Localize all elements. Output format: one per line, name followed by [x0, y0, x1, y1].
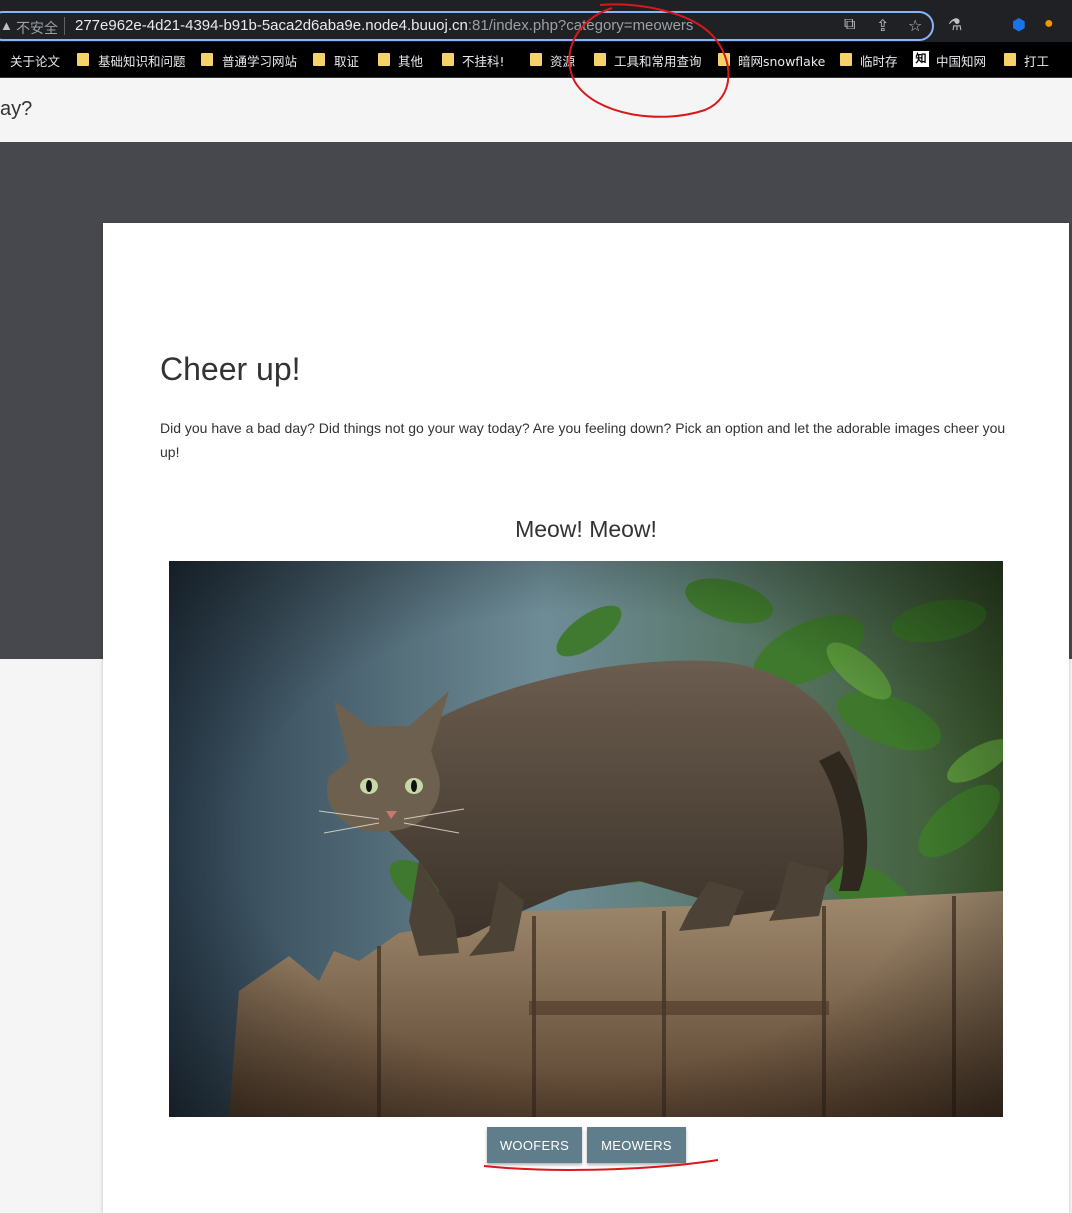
bookmark-item[interactable]: 不挂科! [462, 51, 505, 70]
folder-icon [718, 53, 730, 66]
bookmark-item[interactable]: 普通学习网站 [222, 51, 297, 70]
extension-icon[interactable]: ⚗ [948, 15, 962, 35]
bookmark-star-icon[interactable]: ☆ [908, 16, 922, 36]
translate-icon[interactable]: ⧉ [844, 16, 855, 34]
divider [64, 17, 65, 35]
folder-icon [313, 53, 325, 66]
navbar-title: ay? [0, 98, 33, 120]
extension-clock-icon[interactable]: ● [1044, 15, 1054, 33]
bookmarks-bar: 关于论文 基础知识和问题 普通学习网站 取证 其他 不挂科! 资源 工具和常用查… [0, 42, 1072, 78]
url-path: :81/index.php?category=meowers [467, 17, 694, 34]
folder-icon [77, 53, 89, 66]
bookmark-item[interactable]: 取证 [334, 51, 359, 70]
folder-icon [378, 53, 390, 66]
cat-photo [169, 561, 1003, 1117]
bookmark-item[interactable]: 资源 [550, 51, 575, 70]
url-text[interactable]: 277e962e-4d21-4394-b91b-5aca2d6aba9e.nod… [75, 17, 693, 34]
page-title: Cheer up! [160, 351, 301, 387]
folder-icon [530, 53, 542, 66]
bookmark-item[interactable]: 基础知识和问题 [98, 51, 186, 70]
content-card: Cheer up! Did you have a bad day? Did th… [103, 223, 1069, 1213]
bookmark-item[interactable]: 工具和常用查询 [614, 51, 702, 70]
cnki-logo-icon: 知 [913, 51, 929, 67]
bookmark-item[interactable]: 关于论文 [10, 51, 60, 70]
woofers-button[interactable]: WOOFERS [487, 1127, 582, 1163]
browser-toolbar: ▲ 不安全 277e962e-4d21-4394-b91b-5aca2d6aba… [0, 0, 1072, 42]
bookmark-item[interactable]: 中国知网 [936, 51, 986, 70]
folder-icon [1004, 53, 1016, 66]
bookmark-item[interactable]: 其他 [398, 51, 423, 70]
folder-icon [594, 53, 606, 66]
folder-icon [201, 53, 213, 66]
folder-icon [840, 53, 852, 66]
intro-text: Did you have a bad day? Did things not g… [160, 420, 1006, 460]
extension-shield-icon[interactable]: ⬢ [1012, 15, 1026, 35]
warning-icon[interactable]: ▲ [0, 18, 13, 33]
bookmark-item[interactable]: 暗网snowflake [738, 51, 825, 70]
folder-icon [442, 53, 454, 66]
url-host: 277e962e-4d21-4394-b91b-5aca2d6aba9e.nod… [75, 17, 468, 34]
meowers-button[interactable]: MEOWERS [587, 1127, 686, 1163]
share-icon[interactable]: ⇪ [876, 16, 889, 36]
section-heading: Meow! Meow! [515, 516, 657, 542]
bookmark-item[interactable]: 打工 [1024, 51, 1049, 70]
page-navbar [0, 78, 1072, 142]
bookmark-item[interactable]: 临时存 [860, 51, 898, 70]
insecure-label[interactable]: 不安全 [16, 18, 58, 38]
